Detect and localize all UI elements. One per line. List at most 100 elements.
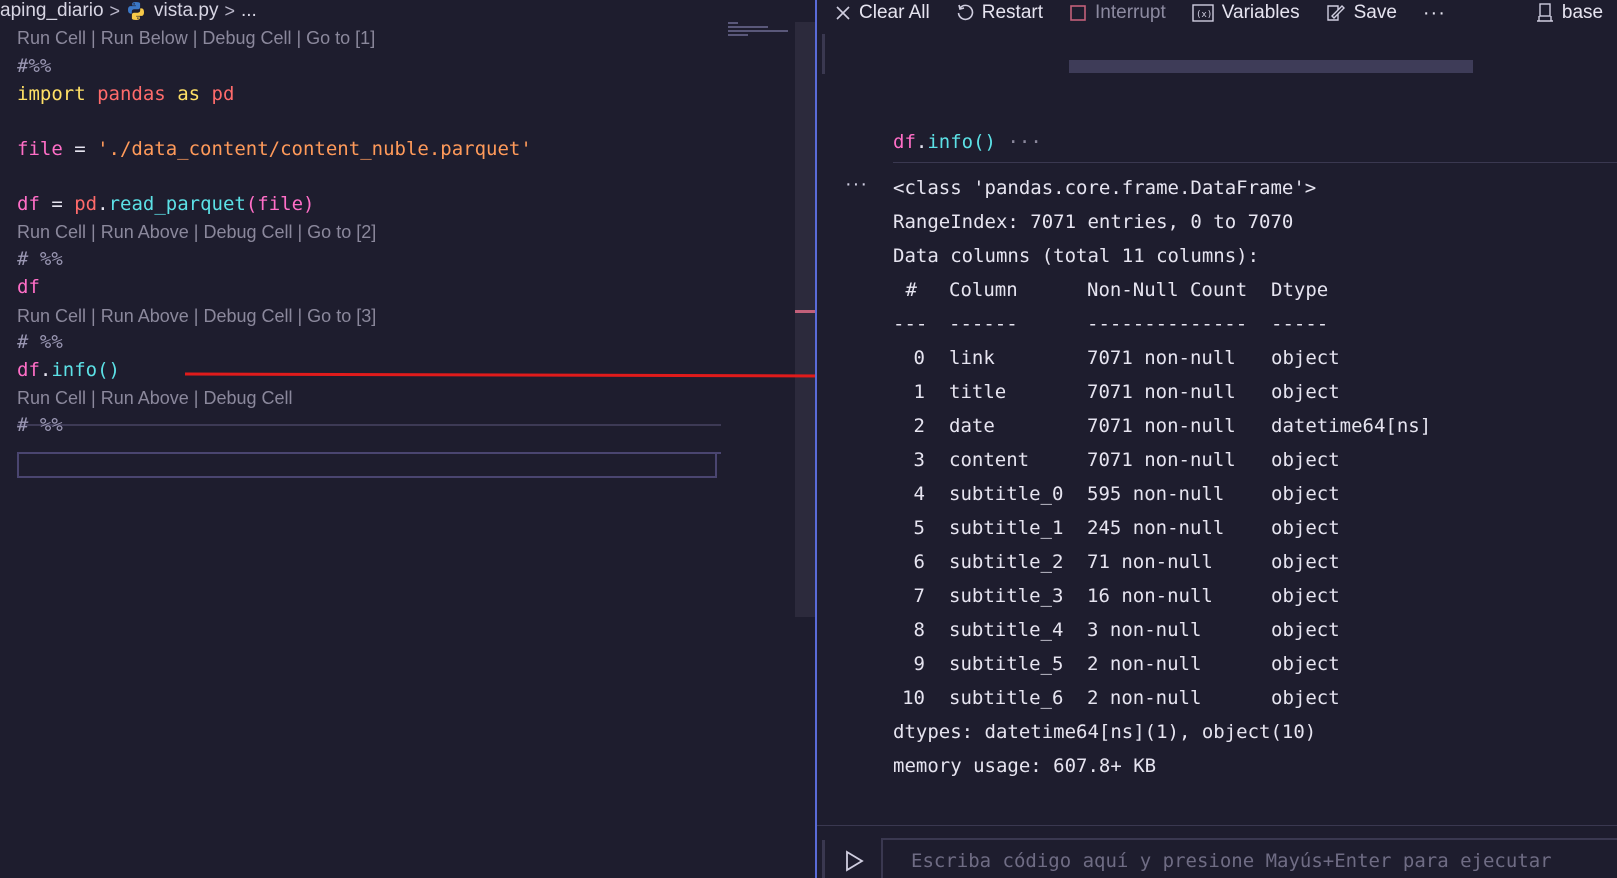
code-line-read: df = pd.read_parquet(file) [17, 193, 314, 215]
codelens-cell-4[interactable]: Run Cell | Run Above | Debug Cell [17, 388, 293, 409]
codelens-cell-3[interactable]: Run Cell | Run Above | Debug Cell | Go t… [17, 306, 376, 327]
output-dtypes: dtypes: datetime64[ns](1), object(10) [893, 721, 1317, 743]
interactive-toolbar: Clear All Restart Interrupt (x) Variable… [817, 0, 1617, 26]
cell-nonnull: 595 non-null [1087, 483, 1225, 505]
more-actions-button[interactable]: ··· [1423, 2, 1446, 25]
cell-marker-4: # %% [17, 414, 63, 436]
editor-scrollbar[interactable] [795, 22, 815, 617]
cell-index: 7 [913, 585, 925, 607]
keyword-import: import [17, 83, 86, 105]
restart-button[interactable]: Restart [956, 2, 1043, 24]
cell-index: 8 [913, 619, 925, 641]
cell-nonnull: 71 non-null [1087, 551, 1213, 573]
table-header: # Column Non-Null Count Dtype [893, 273, 1431, 307]
cell-dtype: object [1271, 619, 1340, 641]
chevron-right-icon: > [109, 0, 121, 21]
fn-read-parquet: read_parquet [108, 193, 246, 215]
interactive-window[interactable]: Clear All Restart Interrupt (x) Variable… [815, 0, 1617, 878]
cell-gutter-bar [822, 34, 825, 74]
chevron-right-icon: > [224, 0, 235, 21]
table-body: 0 link 7071 non-null object 1 title 7071 non-n… [893, 341, 1431, 715]
cell-column: subtitle_4 [949, 619, 1064, 641]
output-end-divider [817, 825, 1617, 826]
cell-index: 5 [913, 517, 925, 539]
editor-pane[interactable]: aping_diario > vista.py > ... Run Cell |… [0, 0, 815, 878]
output-line: RangeIndex: 7071 entries, 0 to 7070 [893, 211, 1294, 233]
cell-column: subtitle_2 [949, 551, 1064, 573]
clear-all-button[interactable]: Clear All [835, 2, 930, 24]
collapse-input-icon[interactable]: ··· [1007, 131, 1041, 153]
var-file: file [17, 138, 63, 160]
dot: . [915, 131, 928, 153]
restart-label: Restart [981, 2, 1043, 23]
cell-dtype: object [1271, 483, 1340, 505]
sep-nonnull: -------------- [1087, 313, 1248, 335]
output-line: Data columns (total 11 columns): [893, 245, 1260, 267]
sep-dtype: ----- [1271, 313, 1329, 335]
minimap[interactable] [728, 22, 794, 48]
variables-button[interactable]: (x) Variables [1192, 2, 1300, 24]
cell-nonnull: 7071 non-null [1087, 415, 1236, 437]
cell-column: date [949, 415, 995, 437]
breadcrumb-file[interactable]: vista.py [154, 0, 218, 22]
empty-cell-editor[interactable] [17, 454, 717, 478]
table-row: 1 title 7071 non-null object [893, 375, 1431, 409]
alias-pd: pd [211, 83, 235, 105]
cell-dtype: object [1271, 585, 1340, 607]
variables-icon: (x) [1192, 4, 1214, 22]
cell-dtype: object [1271, 653, 1340, 675]
output-line: <class 'pandas.core.frame.DataFrame'> [893, 177, 1317, 199]
clear-all-label: Clear All [859, 2, 930, 23]
codelens-cell-2[interactable]: Run Cell | Run Above | Debug Cell | Go t… [17, 222, 376, 243]
save-label: Save [1353, 2, 1397, 23]
code-line-info: df.info() [17, 359, 120, 381]
cell-index: 9 [913, 653, 925, 675]
kernel-icon [1536, 3, 1553, 22]
table-row: 5 subtitle_1 245 non-null object [893, 511, 1431, 545]
run-play-icon[interactable] [841, 848, 867, 874]
code-input-field[interactable] [883, 840, 1611, 872]
header-dtype: Dtype [1271, 279, 1329, 301]
close-icon [836, 6, 850, 20]
save-button[interactable]: Save [1326, 2, 1397, 24]
interactive-input-box[interactable] [881, 838, 1617, 878]
cell-nonnull: 7071 non-null [1087, 347, 1236, 369]
code-line-df: df [17, 276, 40, 298]
cell-nonnull: 2 non-null [1087, 653, 1202, 675]
codelens-cell-1[interactable]: Run Cell | Run Below | Debug Cell | Go t… [17, 28, 375, 49]
cell-marker-1: #%% [17, 55, 52, 77]
code-line-import: import pandas as pd [17, 83, 234, 105]
interrupt-button[interactable]: Interrupt [1069, 2, 1166, 24]
interrupt-label: Interrupt [1095, 2, 1166, 23]
kernel-picker[interactable]: base [1536, 2, 1603, 24]
module-pd: pd [74, 193, 98, 215]
breadcrumb-folder[interactable]: aping_diario [0, 0, 104, 22]
cell-index: 4 [913, 483, 925, 505]
cell-index: 0 [913, 347, 925, 369]
cell-nonnull: 7071 non-null [1087, 381, 1236, 403]
breadcrumb-more[interactable]: ... [241, 0, 257, 22]
cell-divider [17, 424, 721, 426]
header-index: # [905, 279, 917, 301]
header-nonnull: Non-Null Count [1087, 279, 1248, 301]
sep-column: ------ [949, 313, 1018, 335]
cell-dtype: object [1271, 551, 1340, 573]
cell-dtype: object [1271, 517, 1340, 539]
executed-cell-input[interactable]: df.info() ··· [893, 131, 1042, 153]
save-icon [1326, 5, 1345, 21]
input-output-divider [893, 162, 1617, 163]
cell-column: subtitle_1 [949, 517, 1064, 539]
output-memory: memory usage: 607.8+ KB [893, 755, 1157, 777]
sep-index: --- [893, 313, 928, 335]
cell-dtype: datetime64[ns] [1271, 415, 1432, 437]
cell-column: content [949, 449, 1030, 471]
var-df: df [893, 131, 916, 153]
execution-progress-bar [1069, 60, 1473, 73]
cell-dtype: object [1271, 347, 1340, 369]
operator-eq: = [39, 193, 75, 215]
svg-text:(x): (x) [1196, 10, 1212, 20]
cell-column: subtitle_3 [949, 585, 1064, 607]
code-line-file: file = './data_content/content_nuble.par… [17, 138, 532, 160]
table-row: 9 subtitle_5 2 non-null object [893, 647, 1431, 681]
output-actions-icon[interactable]: ··· [845, 173, 868, 196]
